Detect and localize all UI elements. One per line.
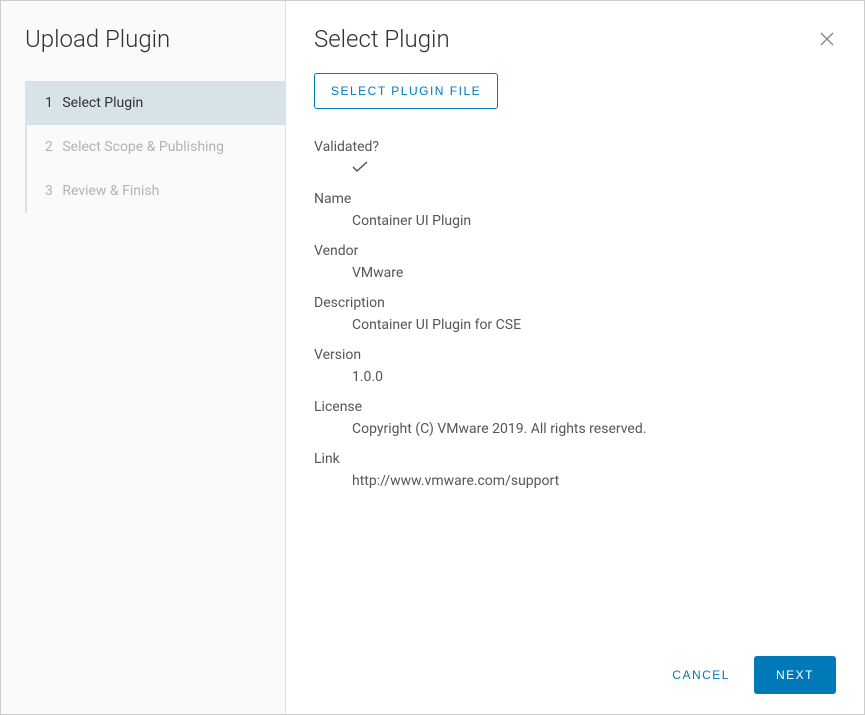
next-button[interactable]: NEXT: [754, 656, 836, 694]
step-number: 3: [45, 183, 53, 199]
name-value: Container UI Plugin: [314, 213, 836, 229]
main-header: Select Plugin: [286, 1, 864, 53]
validated-label: Validated?: [314, 139, 836, 155]
main-content: SELECT PLUGIN FILE Validated? Name Conta…: [286, 53, 864, 636]
cancel-button[interactable]: CANCEL: [668, 658, 734, 692]
version-label: Version: [314, 347, 836, 363]
step-label: Select Scope & Publishing: [62, 139, 224, 155]
step-label: Select Plugin: [62, 95, 143, 111]
description-value: Container UI Plugin for CSE: [314, 317, 836, 333]
vendor-label: Vendor: [314, 243, 836, 259]
link-label: Link: [314, 451, 836, 467]
wizard-main: Select Plugin SELECT PLUGIN FILE Validat…: [286, 1, 864, 714]
step-select-scope[interactable]: 2 Select Scope & Publishing: [25, 125, 285, 169]
name-label: Name: [314, 191, 836, 207]
close-icon[interactable]: [818, 30, 836, 48]
version-value: 1.0.0: [314, 369, 836, 385]
step-number: 1: [45, 95, 53, 111]
license-value: Copyright (C) VMware 2019. All rights re…: [314, 421, 836, 437]
upload-plugin-wizard: Upload Plugin 1 Select Plugin 2 Select S…: [0, 0, 865, 715]
select-plugin-file-button[interactable]: SELECT PLUGIN FILE: [314, 73, 498, 109]
license-label: License: [314, 399, 836, 415]
wizard-footer: CANCEL NEXT: [286, 636, 864, 714]
description-label: Description: [314, 295, 836, 311]
step-number: 2: [45, 139, 53, 155]
step-label: Review & Finish: [62, 183, 159, 199]
plugin-info: Validated? Name Container UI Plugin Vend…: [314, 139, 836, 489]
step-select-plugin[interactable]: 1 Select Plugin: [25, 81, 285, 125]
vendor-value: VMware: [314, 265, 836, 281]
sidebar-title: Upload Plugin: [1, 25, 285, 81]
wizard-sidebar: Upload Plugin 1 Select Plugin 2 Select S…: [1, 1, 286, 714]
link-value: http://www.vmware.com/support: [314, 473, 836, 489]
page-title: Select Plugin: [314, 25, 450, 53]
check-icon: [314, 161, 836, 177]
step-list: 1 Select Plugin 2 Select Scope & Publish…: [25, 81, 285, 213]
step-review-finish[interactable]: 3 Review & Finish: [25, 169, 285, 213]
